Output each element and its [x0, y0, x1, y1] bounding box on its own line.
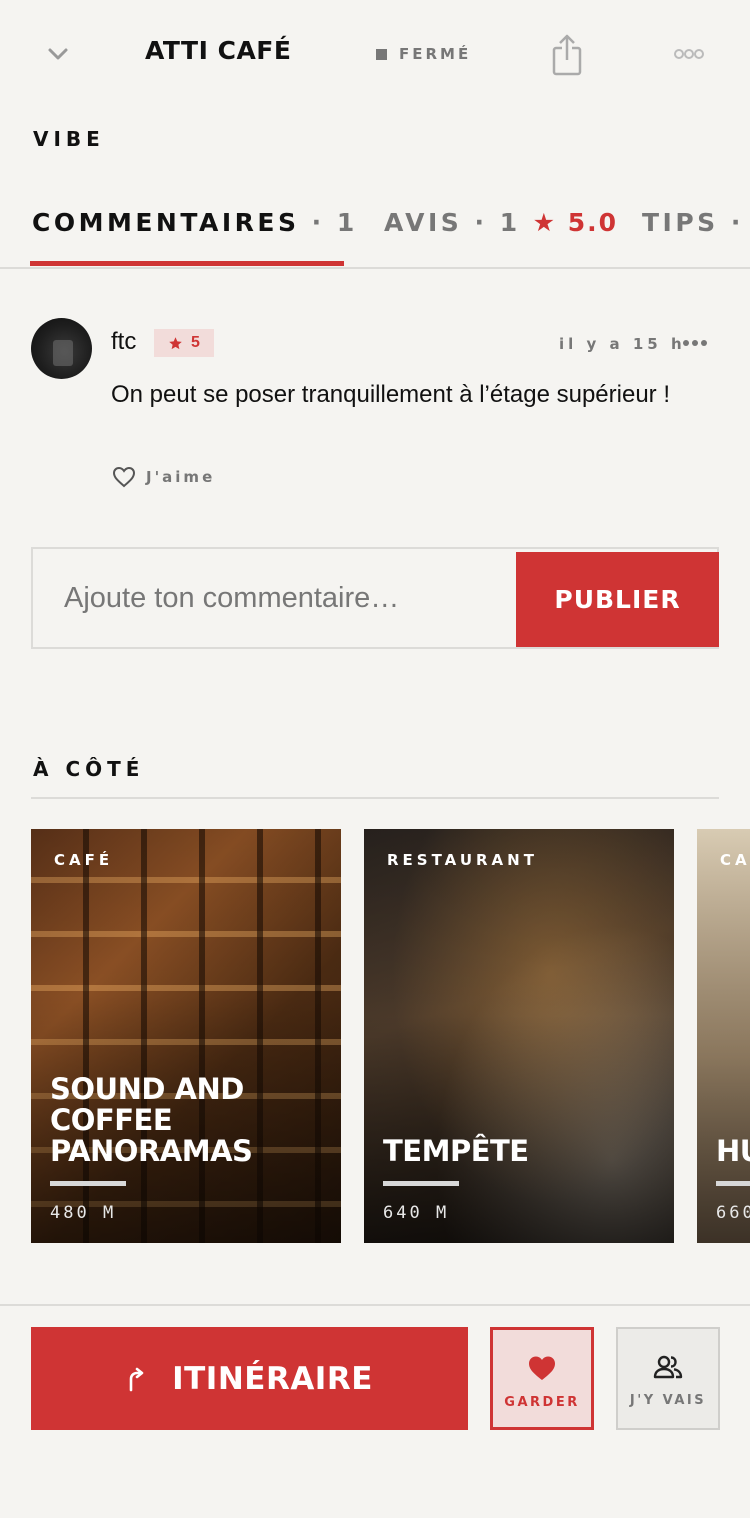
chevron-down-icon[interactable]	[44, 40, 72, 68]
star-icon	[169, 336, 182, 349]
going-button[interactable]: J'Y VAIS	[616, 1327, 720, 1430]
nearby-place-card[interactable]: CAFÉ SOUND AND COFFEE PANORAMAS 480 M	[31, 829, 341, 1243]
active-tab-indicator	[30, 261, 344, 266]
place-divider	[383, 1181, 459, 1186]
tab-tips-count: ·	[730, 208, 744, 237]
tab-tips[interactable]: TIPS ·	[642, 208, 744, 267]
nearby-place-card[interactable]: CA HU 660	[697, 829, 750, 1243]
turn-right-arrow-icon	[129, 1367, 144, 1391]
place-distance: 660	[716, 1203, 750, 1223]
more-icon[interactable]	[682, 336, 708, 350]
place-divider	[716, 1181, 750, 1186]
place-distance: 480 M	[50, 1203, 117, 1223]
save-label: GARDER	[504, 1395, 580, 1410]
tab-reviews[interactable]: AVIS · 1 ★ 5.0	[384, 208, 618, 267]
place-name: SOUND AND COFFEE PANORAMAS	[50, 1072, 253, 1168]
comment-timestamp: il y a 15 h	[559, 335, 686, 353]
place-category: RESTAURANT	[387, 851, 538, 869]
nearby-heading: À CÔTÉ	[33, 757, 145, 781]
bottom-divider	[0, 1304, 750, 1306]
route-label: ITINÉRAIRE	[172, 1360, 373, 1397]
tab-bar: COMMENTAIRES · 1 AVIS · 1 ★ 5.0 TIPS ·	[0, 208, 750, 269]
comment-form: PUBLIER	[31, 547, 719, 649]
top-bar: ATTI CAFÉ FERMÉ	[0, 0, 750, 110]
place-category: CAFÉ	[54, 851, 114, 869]
tab-reviews-label: AVIS	[384, 208, 463, 237]
tab-comments-count: · 1	[311, 208, 358, 237]
comment-input[interactable]	[33, 549, 514, 647]
status-indicator	[376, 48, 387, 60]
more-icon[interactable]	[672, 44, 706, 64]
place-divider	[50, 1181, 126, 1186]
tab-comments[interactable]: COMMENTAIRES · 1	[32, 208, 358, 267]
avatar[interactable]	[31, 318, 92, 379]
people-icon	[653, 1355, 683, 1379]
tab-reviews-count: · 1	[474, 208, 521, 237]
like-label: J'aime	[146, 468, 216, 486]
rating-value: 5	[191, 334, 200, 351]
venue-title: ATTI CAFÉ	[145, 36, 292, 65]
like-button[interactable]: J'aime	[112, 466, 215, 488]
heart-outline-icon	[112, 466, 136, 488]
publish-button[interactable]: PUBLIER	[516, 552, 719, 647]
tab-comments-label: COMMENTAIRES	[32, 208, 300, 237]
comment-username[interactable]: ftc	[111, 328, 136, 356]
comment-text: On peut se poser tranquillement à l’étag…	[111, 381, 670, 408]
divider	[31, 797, 719, 799]
place-name: HU	[716, 1134, 750, 1168]
share-icon[interactable]	[548, 32, 586, 76]
going-label: J'Y VAIS	[629, 1393, 707, 1408]
status-label: FERMÉ	[399, 45, 472, 63]
place-category: CA	[720, 851, 750, 869]
place-distance: 640 M	[383, 1203, 450, 1223]
heart-icon	[529, 1356, 555, 1380]
open-status: FERMÉ	[376, 45, 471, 63]
nearby-place-card[interactable]: RESTAURANT TEMPÊTE 640 M	[364, 829, 674, 1243]
tab-tips-label: TIPS	[642, 208, 719, 237]
route-button[interactable]: ITINÉRAIRE	[31, 1327, 468, 1430]
vibe-heading: VIBE	[33, 127, 105, 151]
tab-reviews-rating: ★ 5.0	[532, 208, 619, 237]
save-button[interactable]: GARDER	[490, 1327, 594, 1430]
rating-badge: 5	[154, 329, 214, 357]
place-name: TEMPÊTE	[383, 1134, 529, 1168]
